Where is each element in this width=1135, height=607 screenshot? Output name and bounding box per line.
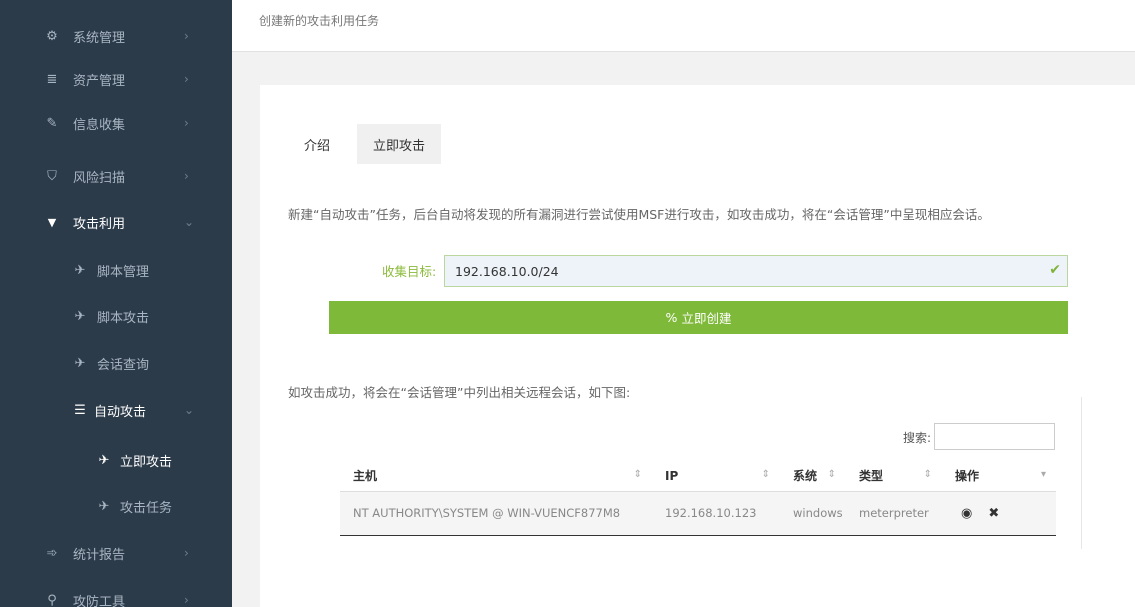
sidebar-item-label: 信息收集 [73, 117, 126, 133]
sidebar-item-asset-management[interactable]: ≣ 资产管理 › [0, 59, 232, 99]
sidebar-item-info-collection[interactable]: ✎ 信息收集 › [0, 103, 232, 143]
database-icon: ≣ [46, 71, 58, 87]
tab-intro[interactable]: 介绍 [304, 135, 330, 154]
chevron-right-icon: › [184, 593, 189, 607]
sidebar-item-auto-attack[interactable]: ☰ 自动攻击 ⌄ [0, 390, 232, 430]
column-label: 主机 [353, 469, 378, 484]
tab-immediate-attack[interactable]: 立即攻击 [357, 124, 441, 164]
gear-icon: ⚙ [46, 28, 58, 44]
column-label: 操作 [955, 469, 980, 484]
sidebar-item-label: 系统管理 [73, 30, 126, 46]
chevron-down-icon: ⌄ [184, 215, 195, 229]
eye-icon[interactable]: ◉ [961, 506, 972, 521]
plane-icon: ✈ [74, 262, 86, 278]
target-value: 192.168.10.0/24 [455, 263, 559, 279]
create-button[interactable]: % 立即创建 [329, 301, 1068, 334]
sidebar-item-label: 攻击任务 [120, 500, 173, 516]
sidebar-item-script-management[interactable]: ✈ 脚本管理 [0, 250, 232, 290]
link-icon: % [665, 310, 678, 325]
column-header-type[interactable]: 类型 ⇕ [846, 461, 942, 492]
table-header-row: 主机 ⇕ IP ⇕ 系统 ⇕ 类型 ⇕ 操作 ▾ [340, 461, 1056, 492]
chevron-right-icon: › [184, 169, 189, 183]
plane-icon: ✈ [74, 308, 86, 324]
search-label: 搜索: [903, 431, 932, 445]
sidebar-item-label: 脚本攻击 [97, 310, 150, 326]
sidebar-item-system-management[interactable]: ⚙ 系统管理 › [0, 16, 232, 56]
table-row: NT AUTHORITY\SYSTEM @ WIN-VUENCF877M8 19… [340, 491, 1056, 536]
sidebar-item-attack-tasks[interactable]: ✈ 攻击任务 [0, 486, 232, 526]
chevron-right-icon: › [184, 72, 189, 86]
sidebar-item-label: 脚本管理 [97, 264, 150, 280]
sort-icon: ⇕ [923, 469, 932, 480]
sidebar-item-script-attack[interactable]: ✈ 脚本攻击 [0, 296, 232, 336]
plane-icon: ✈ [98, 498, 110, 514]
chevron-right-icon: › [184, 546, 189, 560]
sidebar: ⚙ 系统管理 › ≣ 资产管理 › ✎ 信息收集 › ⛉ 风险扫描 › ▼ 攻击… [0, 0, 232, 607]
column-label: IP [665, 468, 679, 483]
cell-actions: ◉ ✖ [942, 491, 1056, 536]
sidebar-item-tools[interactable]: ⚲ 攻防工具 › [0, 580, 232, 607]
sidebar-item-immediate-attack[interactable]: ✈ 立即攻击 [0, 440, 232, 480]
sidebar-item-risk-scan[interactable]: ⛉ 风险扫描 › [0, 156, 232, 196]
cell-type: meterpreter [846, 491, 942, 536]
page-header: 创建新的攻击利用任务 [232, 0, 1135, 52]
diamond-icon: ▼ [47, 215, 57, 229]
cell-host: NT AUTHORITY\SYSTEM @ WIN-VUENCF877M8 [340, 491, 652, 536]
wrench-icon: ⚲ [47, 592, 57, 607]
close-icon[interactable]: ✖ [988, 506, 999, 521]
sidebar-item-label: 统计报告 [73, 547, 126, 563]
sort-icon: ⇕ [633, 469, 642, 480]
shield-icon: ⛉ [47, 168, 57, 184]
search-input[interactable] [934, 423, 1055, 450]
tab-label: 立即攻击 [372, 138, 425, 154]
sidebar-item-session-query[interactable]: ✈ 会话查询 [0, 343, 232, 383]
column-header-ip[interactable]: IP ⇕ [652, 461, 780, 492]
cell-os: windows [780, 491, 846, 536]
task-description: 新建“自动攻击”任务，后台自动将发现的所有漏洞进行尝试使用MSF进行攻击，如攻击… [288, 207, 990, 222]
chart-icon: ➾ [46, 545, 58, 561]
sidebar-item-label: 自动攻击 [94, 404, 147, 420]
chevron-right-icon: › [184, 29, 189, 43]
divider [1081, 397, 1082, 549]
chevron-down-icon: ⌄ [184, 403, 195, 417]
sidebar-item-label: 资产管理 [73, 73, 126, 89]
plane-icon: ✈ [74, 355, 86, 371]
result-description: 如攻击成功，将会在“会话管理”中列出相关远程会话，如下图: [288, 385, 631, 400]
sessions-table: 主机 ⇕ IP ⇕ 系统 ⇕ 类型 ⇕ 操作 ▾ NT AUTHORITY\SYSTEM … [340, 461, 1056, 536]
create-button-label: 立即创建 [681, 311, 732, 326]
sort-icon: ⇕ [761, 469, 770, 480]
plane-icon: ✈ [98, 452, 110, 468]
column-header-host[interactable]: 主机 ⇕ [340, 461, 652, 492]
sidebar-item-label: 风险扫描 [73, 170, 126, 186]
pen-icon: ✎ [46, 115, 58, 131]
sidebar-item-label: 会话查询 [97, 357, 150, 373]
sidebar-item-label: 攻防工具 [73, 594, 126, 607]
sidebar-item-attack-exploit[interactable]: ▼ 攻击利用 ⌄ [0, 202, 232, 242]
cell-ip: 192.168.10.123 [652, 491, 780, 536]
target-input[interactable]: 192.168.10.0/24 ✔ [444, 255, 1068, 287]
chevron-down-icon: ▾ [1040, 469, 1046, 480]
chevron-right-icon: › [184, 116, 189, 130]
column-header-actions[interactable]: 操作 ▾ [942, 461, 1056, 492]
sort-icon: ⇕ [827, 469, 836, 480]
column-header-os[interactable]: 系统 ⇕ [780, 461, 846, 492]
sidebar-item-label: 攻击利用 [73, 216, 126, 232]
list-icon: ☰ [74, 402, 86, 418]
sidebar-item-label: 立即攻击 [120, 454, 173, 470]
column-label: 系统 [793, 469, 818, 484]
target-label: 收集目标: [382, 264, 437, 279]
sidebar-item-stats-report[interactable]: ➾ 统计报告 › [0, 533, 232, 573]
breadcrumb: 创建新的攻击利用任务 [259, 14, 380, 28]
check-icon: ✔ [1049, 262, 1061, 278]
column-label: 类型 [859, 469, 884, 484]
